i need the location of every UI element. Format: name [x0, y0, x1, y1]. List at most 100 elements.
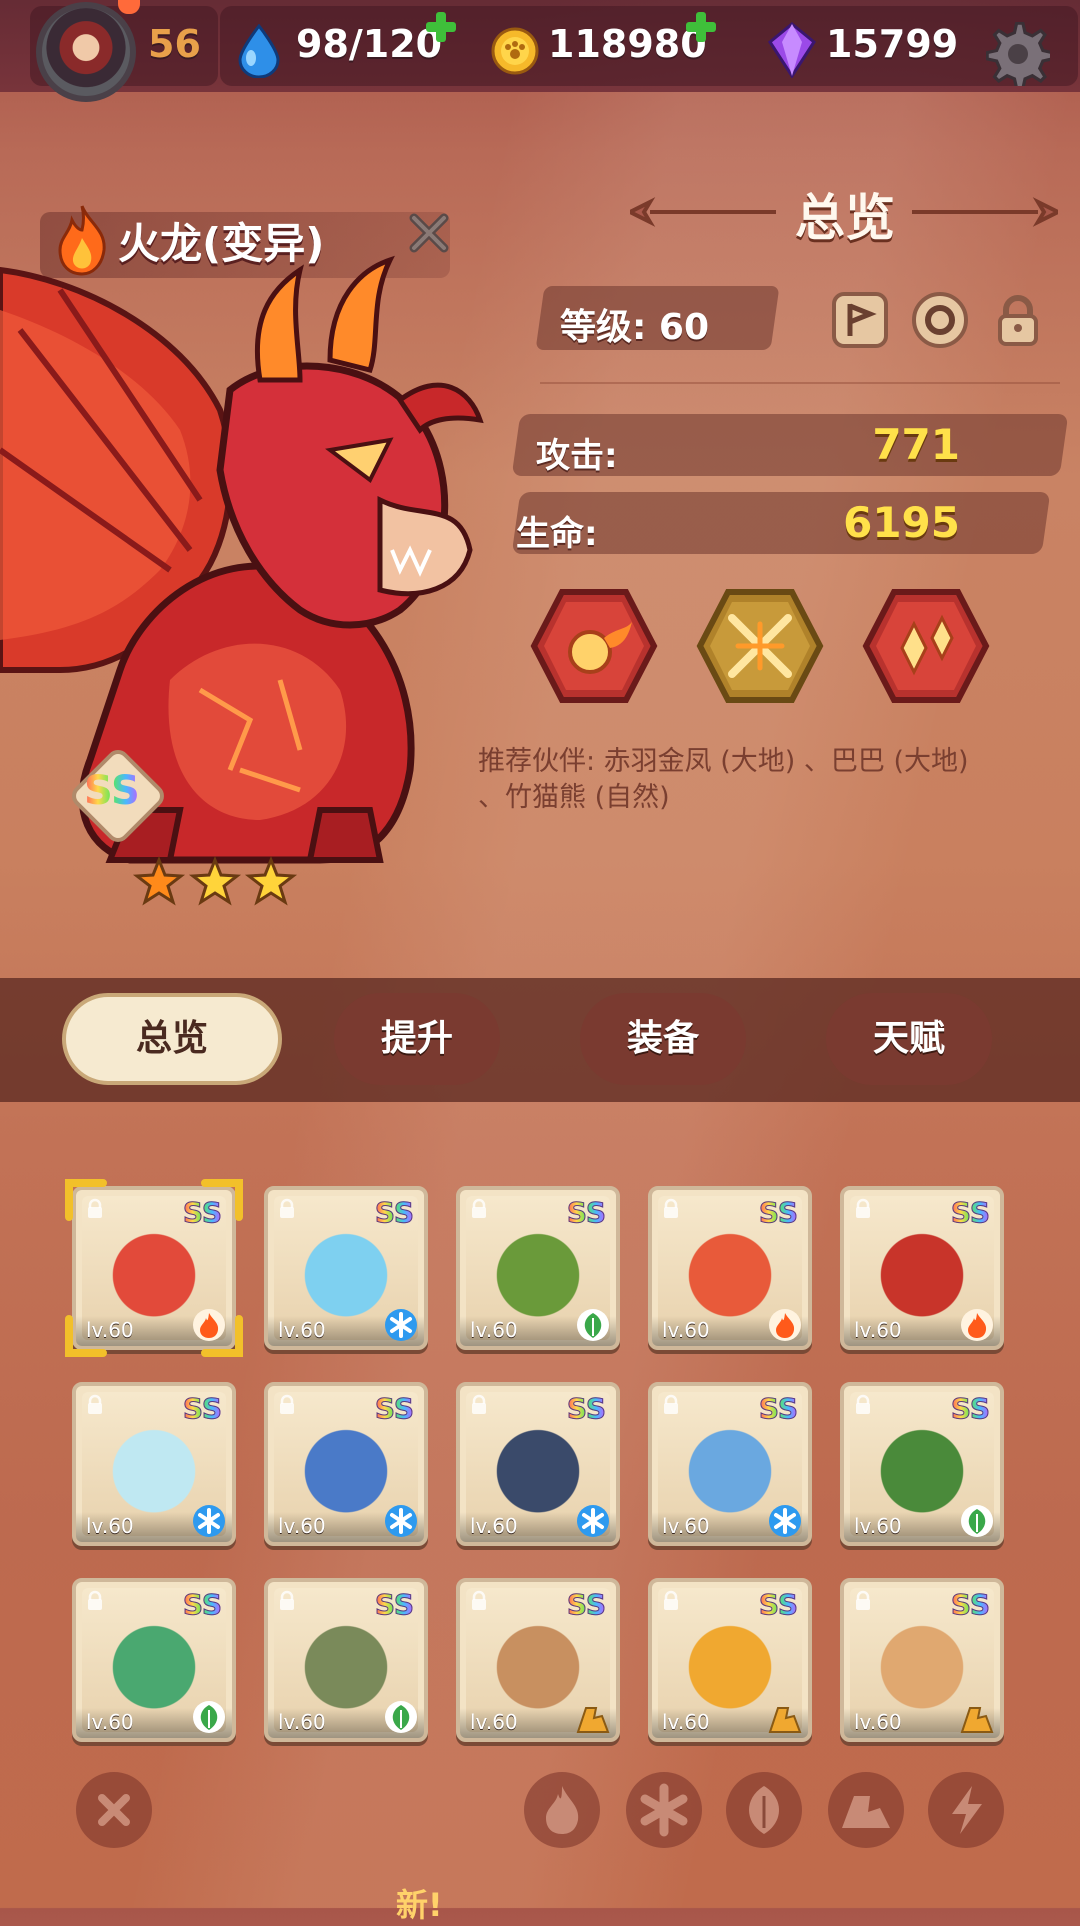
grade-label: SS — [758, 1392, 798, 1426]
lock-button[interactable] — [990, 292, 1046, 348]
lock-icon[interactable] — [852, 1394, 874, 1416]
lock-icon[interactable] — [276, 1394, 298, 1416]
grade-label: SS — [84, 768, 140, 814]
flag-button[interactable] — [832, 292, 888, 348]
gold-coin-icon — [491, 27, 539, 75]
grade-label: SS — [566, 1392, 606, 1426]
lock-icon[interactable] — [84, 1394, 106, 1416]
lock-icon[interactable] — [276, 1590, 298, 1612]
grade-label: SS — [950, 1588, 990, 1622]
pet-level: lv.60 — [470, 1318, 518, 1342]
coin-value: 118980 — [548, 22, 707, 66]
lock-icon[interactable] — [276, 1198, 298, 1220]
clear-filter-button[interactable] — [76, 1772, 152, 1848]
player-avatar[interactable] — [36, 2, 136, 102]
pet-level: lv.60 — [86, 1514, 134, 1538]
grade-label: SS — [374, 1196, 414, 1230]
nature-element-icon — [385, 1701, 417, 1733]
tab-upgrade[interactable]: 提升 — [334, 993, 500, 1085]
lock-icon[interactable] — [660, 1394, 682, 1416]
settings-gear-icon[interactable] — [986, 22, 1050, 86]
right-ornament-icon — [912, 197, 1058, 227]
grade-label: SS — [374, 1588, 414, 1622]
ice-element-icon — [385, 1309, 417, 1341]
tab-overview[interactable]: 总览 — [62, 993, 282, 1085]
grade-label: SS — [566, 1588, 606, 1622]
pet-card[interactable]: SS lv.60 — [72, 1382, 236, 1546]
flag-icon — [847, 303, 877, 336]
lock-icon[interactable] — [468, 1198, 490, 1220]
flame-drops-skill-icon[interactable] — [862, 588, 990, 704]
lock-icon[interactable] — [660, 1590, 682, 1612]
pet-card[interactable]: SS lv.60 — [648, 1382, 812, 1546]
pet-level: lv.60 — [854, 1514, 902, 1538]
pet-level: lv.60 — [278, 1710, 326, 1734]
earth-filter-icon — [842, 1796, 890, 1828]
grade-label: SS — [758, 1196, 798, 1230]
pet-level: lv.60 — [662, 1710, 710, 1734]
ice-filter-button[interactable] — [626, 1772, 702, 1848]
pet-level: lv.60 — [854, 1710, 902, 1734]
tab-talent[interactable]: 天赋 — [826, 993, 992, 1085]
lightning-filter-button[interactable] — [928, 1772, 1004, 1848]
purple-gem-icon — [768, 22, 816, 78]
pet-card[interactable]: SS lv.60 — [648, 1186, 812, 1350]
stamina-value: 98/120 — [296, 22, 443, 66]
target-button[interactable] — [912, 292, 968, 348]
grade-label: SS — [950, 1196, 990, 1230]
lock-icon[interactable] — [468, 1394, 490, 1416]
pet-card[interactable]: SS lv.60 — [264, 1578, 428, 1742]
pet-card[interactable]: SS lv.60 — [456, 1578, 620, 1742]
pet-card[interactable]: SS lv.60 — [648, 1578, 812, 1742]
ice-element-icon — [577, 1505, 609, 1537]
pet-card[interactable]: SS lv.60 — [456, 1186, 620, 1350]
earth-element-icon — [576, 1707, 610, 1733]
grade-label: SS — [182, 1588, 222, 1622]
hp-value: 6195 — [843, 498, 960, 547]
hp-label: 生命: — [516, 514, 598, 554]
grade-label: SS — [566, 1196, 606, 1230]
earth-filter-button[interactable] — [828, 1772, 904, 1848]
lock-icon[interactable] — [660, 1198, 682, 1220]
pet-level: lv.60 — [854, 1318, 902, 1342]
pet-card[interactable]: SS lv.60 — [840, 1186, 1004, 1350]
pet-card[interactable]: SS lv.60 — [840, 1578, 1004, 1742]
lock-icon — [998, 295, 1038, 346]
gem-value: 15799 — [826, 22, 959, 66]
water-drop-icon — [238, 24, 280, 78]
add-stamina-button[interactable] — [424, 10, 458, 44]
lock-icon[interactable] — [852, 1590, 874, 1612]
fire-filter-button[interactable] — [524, 1772, 600, 1848]
level-label: 等级: 60 — [560, 307, 710, 348]
nature-filter-button[interactable] — [726, 1772, 802, 1848]
pet-card[interactable]: SS lv.60 — [72, 1578, 236, 1742]
pet-card[interactable]: SS lv.60 — [264, 1186, 428, 1350]
fire-filter-icon — [546, 1786, 579, 1834]
close-filter-icon — [98, 1794, 130, 1826]
attack-value: 771 — [872, 420, 960, 469]
pet-level: lv.60 — [470, 1710, 518, 1734]
lock-icon[interactable] — [84, 1590, 106, 1612]
left-ornament-icon — [630, 197, 776, 227]
fireball-skill-icon[interactable] — [530, 588, 658, 704]
ice-element-icon — [193, 1505, 225, 1537]
pet-level: lv.60 — [662, 1318, 710, 1342]
star-rating — [132, 856, 298, 906]
pet-card[interactable]: SS lv.60 — [456, 1382, 620, 1546]
lock-icon[interactable] — [852, 1198, 874, 1220]
pet-card[interactable]: SS lv.60 — [840, 1382, 1004, 1546]
ice-element-icon — [769, 1505, 801, 1537]
nature-element-icon — [193, 1701, 225, 1733]
earth-element-icon — [960, 1707, 994, 1733]
tab-equipment[interactable]: 装备 — [580, 993, 746, 1085]
pet-level: lv.60 — [278, 1318, 326, 1342]
crossed-blades-skill-icon[interactable] — [696, 588, 824, 704]
lock-icon[interactable] — [468, 1590, 490, 1612]
pet-level: lv.60 — [470, 1514, 518, 1538]
nature-filter-icon — [749, 1786, 779, 1834]
pet-level: lv.60 — [662, 1514, 710, 1538]
fire-element-icon — [769, 1309, 801, 1341]
add-coins-button[interactable] — [684, 10, 718, 44]
pet-card[interactable]: SS lv.60 — [264, 1382, 428, 1546]
earth-element-icon — [768, 1707, 802, 1733]
